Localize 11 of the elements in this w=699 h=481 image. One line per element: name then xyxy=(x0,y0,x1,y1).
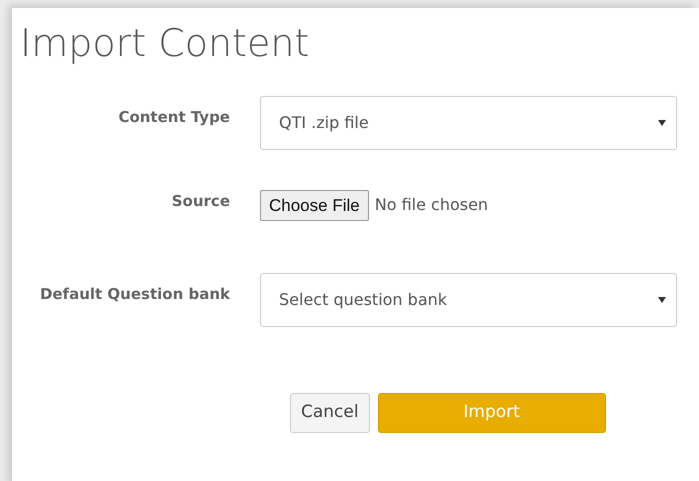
caret-icon xyxy=(658,120,666,126)
dropdown-field[interactable]: QTI .zip file xyxy=(260,96,677,150)
cancel-button[interactable]: Cancel xyxy=(290,393,370,433)
file-status-text: No file chosen xyxy=(374,194,488,216)
field-label: Content Type xyxy=(117,106,231,128)
field-label: Default Question bank xyxy=(38,284,231,306)
page-title: Import Content xyxy=(20,22,310,66)
field-label: Source xyxy=(170,190,231,212)
choose-file-button[interactable]: Choose File xyxy=(260,190,369,222)
dropdown-field[interactable]: Select question bank xyxy=(260,273,677,328)
caret-icon xyxy=(658,297,666,304)
